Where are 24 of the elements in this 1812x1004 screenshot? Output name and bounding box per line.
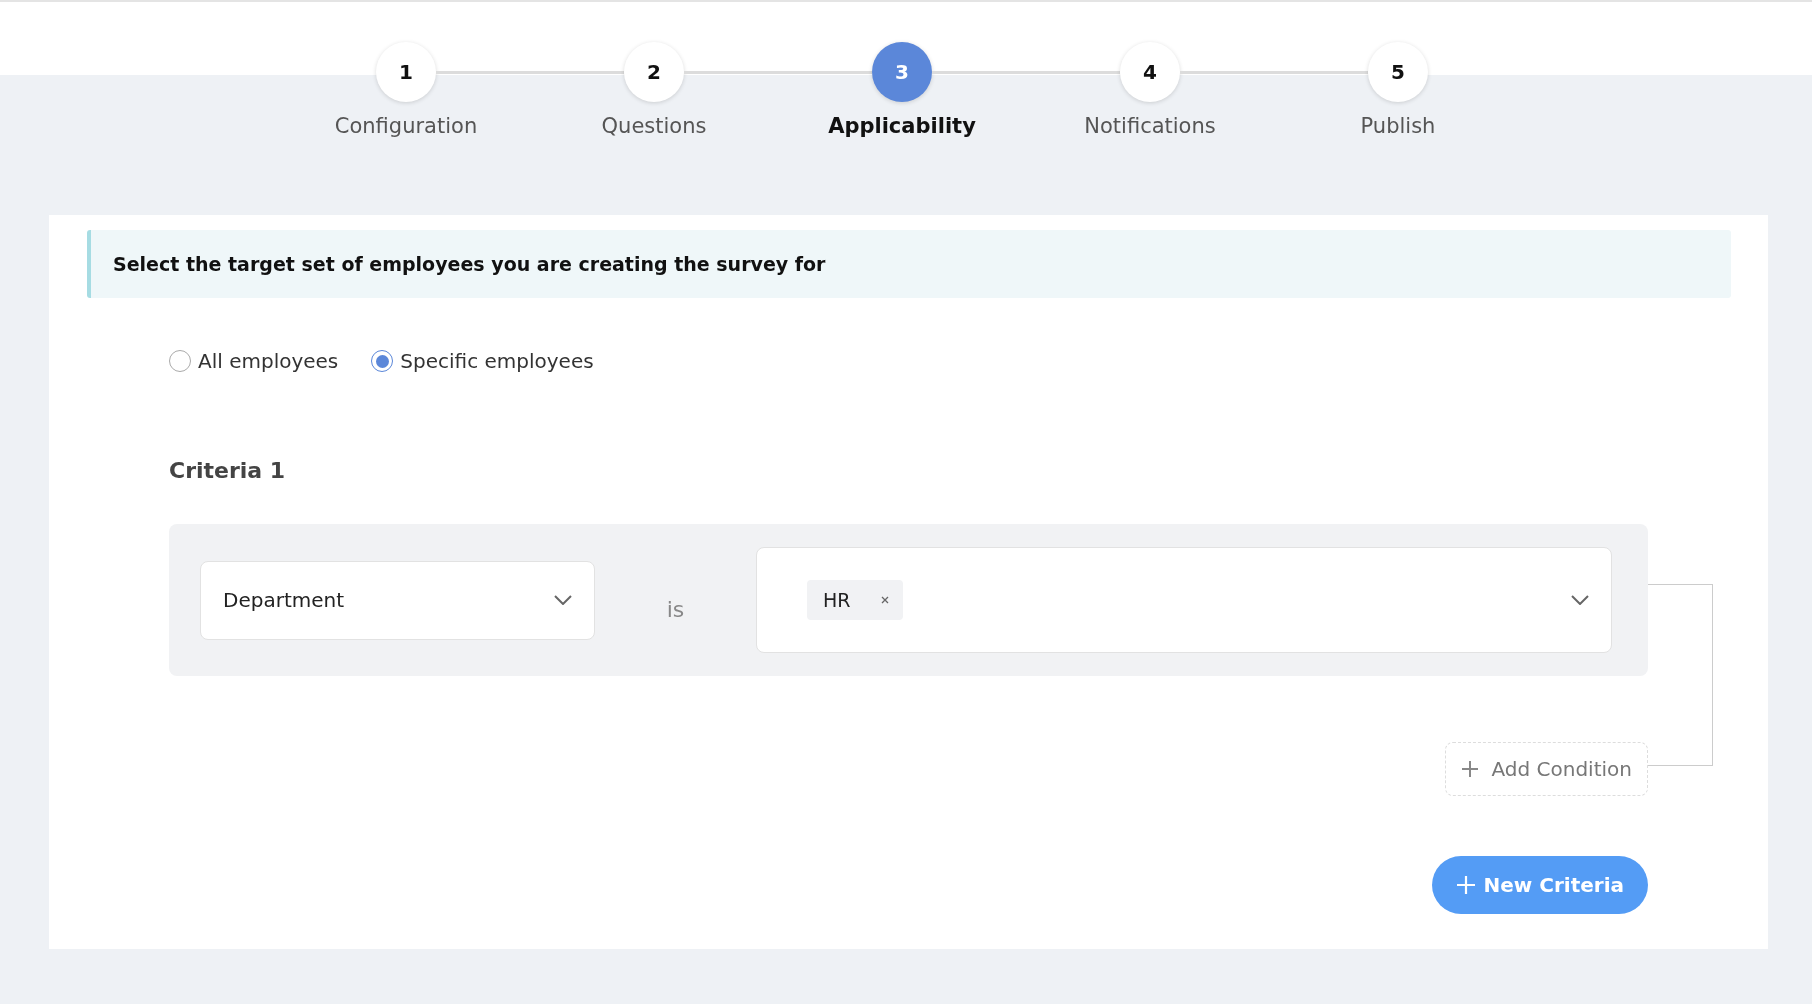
step-number[interactable]: 5 [1368, 42, 1428, 102]
plus-icon [1461, 760, 1480, 778]
radio-option[interactable]: All employees [169, 349, 339, 373]
step-label[interactable]: Questions [601, 114, 707, 138]
chevron-down-icon [1571, 595, 1589, 605]
step-label[interactable]: Applicability [828, 114, 976, 138]
values-select[interactable]: HR [756, 547, 1612, 653]
add-condition-button[interactable]: Add Condition [1445, 742, 1648, 796]
banner-text: Select the target set of employees you are creating the survey for [113, 253, 826, 275]
chevron-down-icon [554, 595, 572, 605]
step-label[interactable]: Configuration [334, 114, 478, 138]
remove-icon[interactable] [880, 596, 889, 604]
criteria-title: Criteria 1 [169, 458, 287, 483]
tag-label: HR [823, 589, 851, 611]
step-number[interactable]: 4 [1120, 42, 1180, 102]
plus-icon [1455, 875, 1476, 895]
radio-option[interactable]: Specific employees [371, 349, 594, 373]
step-label[interactable]: Notifications [1084, 114, 1216, 138]
field-select[interactable]: Department [200, 560, 595, 640]
operator-text: is [665, 595, 686, 622]
step-number[interactable]: 3 [872, 42, 932, 102]
step-label[interactable]: Publish [1360, 114, 1436, 138]
step-number[interactable]: 2 [624, 42, 684, 102]
step-number[interactable]: 1 [376, 42, 436, 102]
